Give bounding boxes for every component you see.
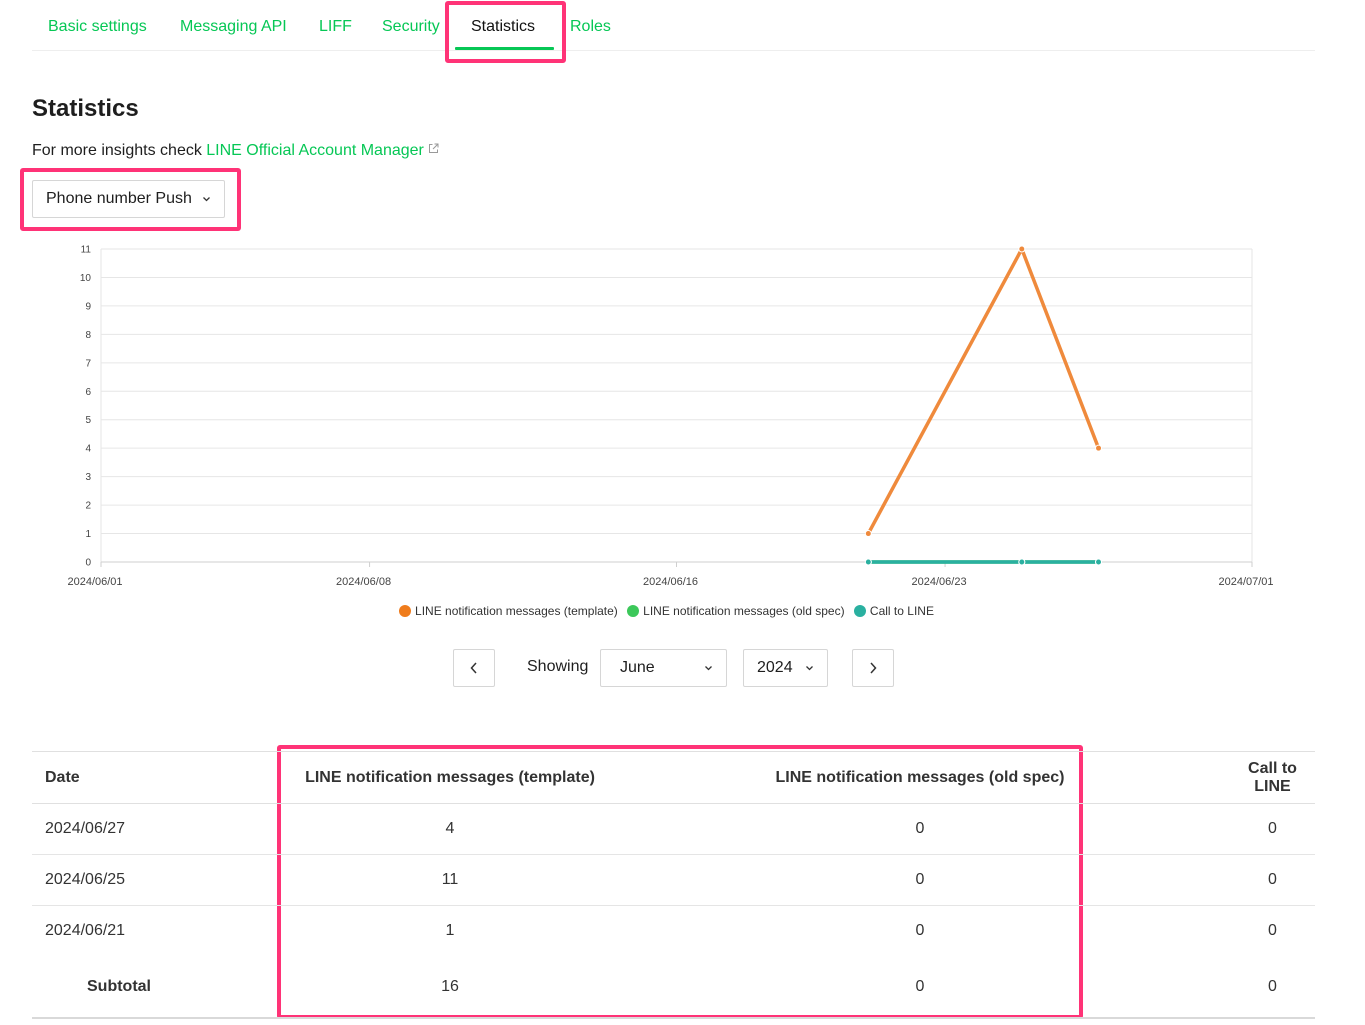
column-header-call-to-line: Call to LINE bbox=[1230, 751, 1315, 804]
data-point-call-to-line bbox=[1018, 558, 1026, 566]
showing-label: Showing bbox=[527, 658, 589, 675]
cell-template: 1 bbox=[445, 922, 455, 939]
chevron-down-icon bbox=[203, 197, 210, 202]
legend-item-call-to-line[interactable]: Call to LINE bbox=[853, 604, 934, 618]
subtotal-row: Subtotal 16 0 0 bbox=[32, 956, 1315, 1019]
table-row: 2024/06/27 4 0 0 bbox=[32, 803, 1315, 855]
month-select-value: June bbox=[620, 659, 655, 676]
legend-dot bbox=[853, 605, 866, 617]
y-tick-label: 1 bbox=[85, 529, 91, 540]
data-point-call-to-line bbox=[1095, 558, 1103, 566]
cell-date: 2024/06/25 bbox=[32, 854, 290, 906]
cell-old-spec: 0 bbox=[610, 803, 1230, 855]
column-header-date: Date bbox=[32, 751, 290, 804]
y-tick-label: 6 bbox=[85, 387, 91, 398]
y-tick-label: 5 bbox=[85, 415, 91, 426]
data-point-template bbox=[1095, 444, 1103, 452]
tab-security[interactable]: Security bbox=[382, 18, 440, 36]
subtotal-label: Subtotal bbox=[32, 956, 290, 1019]
year-select-value: 2024 bbox=[757, 659, 793, 676]
tab-roles[interactable]: Roles bbox=[570, 18, 611, 36]
legend-dot bbox=[627, 605, 640, 617]
tab-messaging-api[interactable]: Messaging API bbox=[180, 18, 287, 36]
chevron-left-icon bbox=[470, 662, 477, 674]
legend-dot bbox=[399, 605, 412, 617]
column-header-old-spec: LINE notification messages (old spec) bbox=[610, 751, 1230, 804]
x-tick-label: 2024/07/01 bbox=[1218, 576, 1273, 588]
cell-call-to-line: 0 bbox=[1268, 922, 1277, 939]
data-point-template bbox=[864, 530, 872, 538]
y-tick-label: 11 bbox=[81, 245, 92, 256]
tab-statistics[interactable]: Statistics bbox=[471, 18, 535, 36]
chevron-right-icon bbox=[870, 662, 877, 674]
insights-prefix: For more insights check bbox=[32, 142, 207, 159]
subtotal-call-to-line: 0 bbox=[1230, 956, 1315, 1019]
y-tick-label: 3 bbox=[85, 472, 91, 483]
y-tick-label: 2 bbox=[85, 501, 91, 512]
subtotal-old-spec: 0 bbox=[610, 956, 1230, 1019]
active-tab-indicator bbox=[455, 47, 554, 50]
x-tick-label: 2024/06/16 bbox=[643, 576, 698, 588]
table-row: 2024/06/25 11 0 0 bbox=[32, 854, 1315, 906]
message-type-select-value: Phone number Push bbox=[46, 190, 192, 207]
subtotal-template: 16 bbox=[290, 956, 610, 1019]
tab-liff[interactable]: LIFF bbox=[319, 18, 352, 36]
month-select[interactable]: June bbox=[600, 649, 727, 687]
table-row: 2024/06/21 1 0 0 bbox=[32, 906, 1315, 957]
y-tick-label: 8 bbox=[85, 330, 91, 341]
cell-old-spec: 0 bbox=[610, 854, 1230, 906]
cell-date: 2024/06/21 bbox=[45, 922, 126, 939]
cell-call-to-line: 0 bbox=[1230, 803, 1315, 855]
data-point-call-to-line bbox=[864, 558, 872, 566]
insights-text: For more insights check LINE Official Ac… bbox=[32, 142, 439, 160]
cell-template: 4 bbox=[290, 803, 610, 855]
message-type-select[interactable]: Phone number Push bbox=[32, 180, 225, 218]
x-tick-label: 2024/06/08 bbox=[336, 576, 391, 588]
x-tick-label: 2024/06/01 bbox=[67, 576, 122, 588]
chart-legend: LINE notification messages (template) LI… bbox=[0, 604, 1333, 618]
cell-template: 11 bbox=[290, 854, 610, 906]
external-link-icon bbox=[428, 143, 439, 153]
next-month-button[interactable] bbox=[852, 649, 894, 687]
statistics-chart: 0 1 2 3 4 5 6 7 8 9 10 11 2024/06/01 2024/06/08 2024/0… bbox=[67, 245, 1273, 589]
tab-bar: Basic settings Messaging API LIFF Securi… bbox=[32, 0, 1315, 51]
y-tick-label: 0 bbox=[85, 558, 91, 569]
previous-month-button[interactable] bbox=[453, 649, 495, 687]
legend-item-old-spec[interactable]: LINE notification messages (old spec) bbox=[627, 604, 845, 618]
cell-date: 2024/06/27 bbox=[32, 803, 290, 855]
x-tick-label: 2024/06/23 bbox=[912, 576, 967, 588]
page-title: Statistics bbox=[32, 95, 139, 122]
chevron-down-icon bbox=[705, 666, 712, 671]
data-point-template bbox=[1018, 245, 1026, 253]
line-official-account-manager-link[interactable]: LINE Official Account Manager bbox=[206, 142, 439, 159]
cell-call-to-line: 0 bbox=[1230, 854, 1315, 906]
y-tick-label: 4 bbox=[85, 444, 91, 455]
legend-item-template[interactable]: LINE notification messages (template) bbox=[399, 604, 618, 618]
cell-old-spec: 0 bbox=[915, 922, 925, 939]
year-select[interactable]: 2024 bbox=[743, 649, 828, 687]
statistics-table: Date LINE notification messages (templat… bbox=[32, 751, 1315, 1019]
y-tick-label: 10 bbox=[80, 273, 92, 284]
column-header-template: LINE notification messages (template) bbox=[290, 751, 610, 804]
y-tick-label: 7 bbox=[85, 358, 91, 369]
y-tick-label: 9 bbox=[85, 301, 91, 312]
table-header-row: Date LINE notification messages (templat… bbox=[32, 751, 1315, 804]
chevron-down-icon bbox=[806, 666, 813, 671]
tab-basic-settings[interactable]: Basic settings bbox=[48, 18, 147, 36]
